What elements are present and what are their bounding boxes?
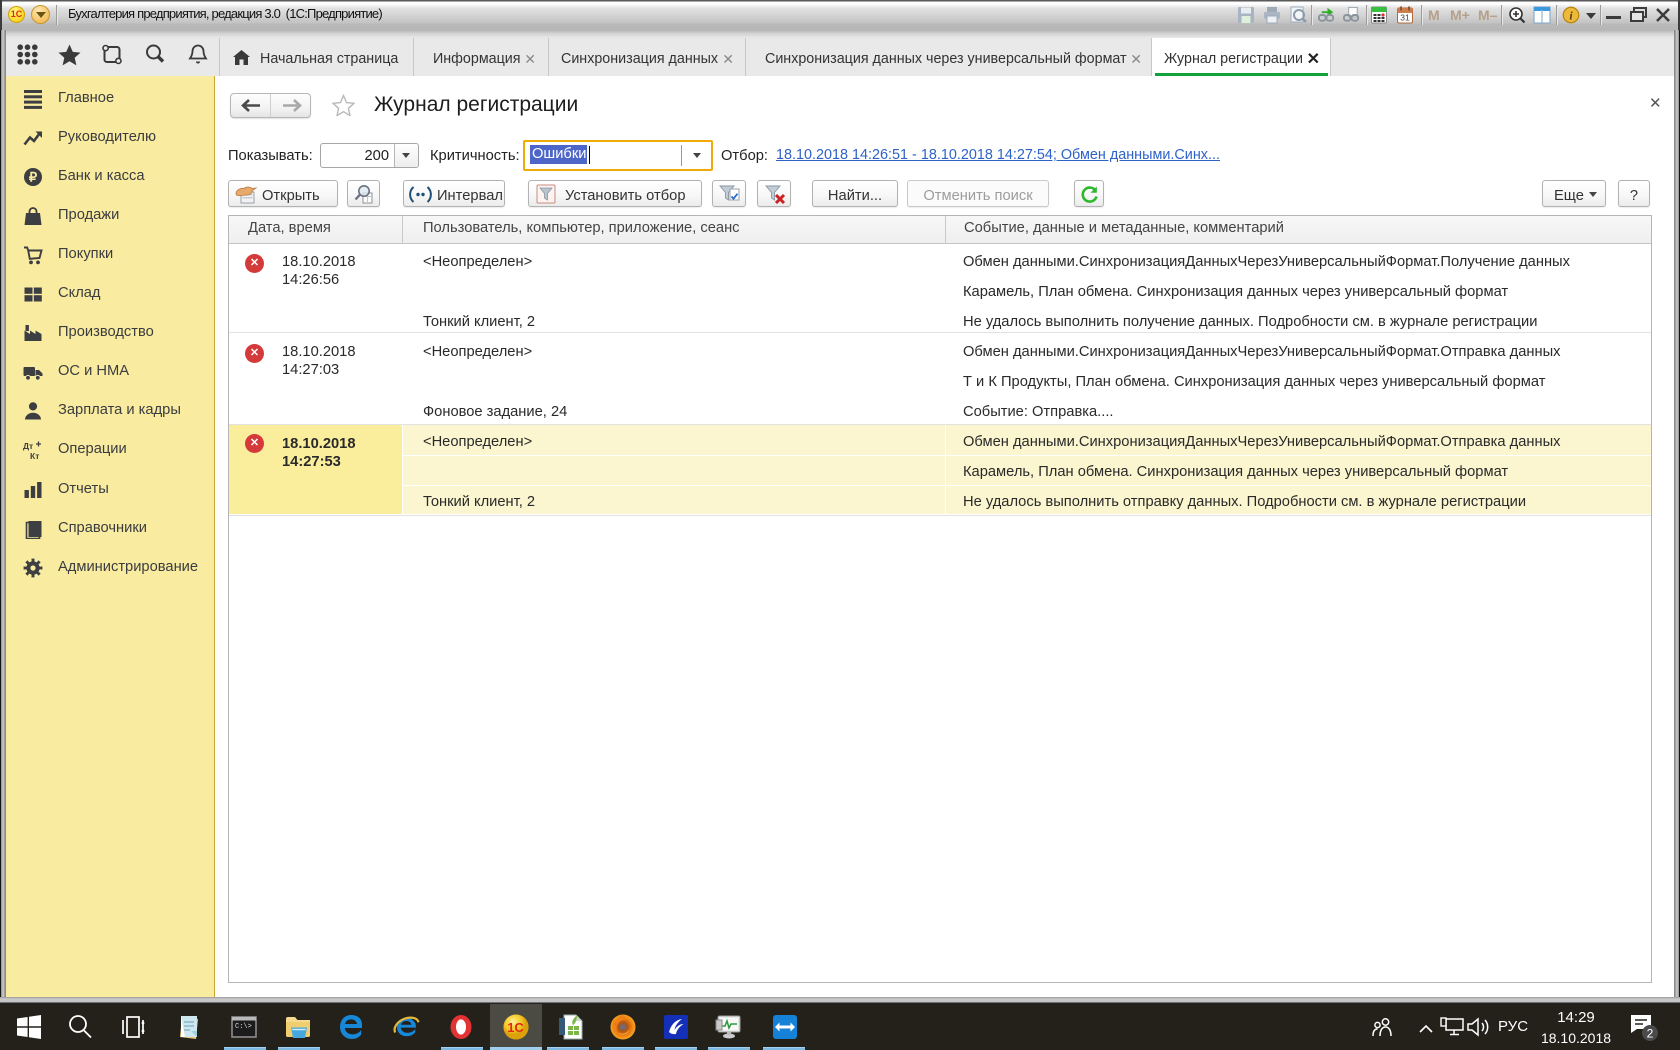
svg-text:Дт: Дт — [23, 441, 33, 451]
svg-text:2: 2 — [1647, 1027, 1654, 1041]
svg-text:31: 31 — [1400, 13, 1410, 23]
svg-text:Кт: Кт — [30, 451, 39, 460]
svg-text:1С: 1С — [507, 1020, 524, 1035]
svg-text:₽: ₽ — [29, 170, 38, 185]
svg-text:C:\>: C:\> — [235, 1023, 252, 1031]
